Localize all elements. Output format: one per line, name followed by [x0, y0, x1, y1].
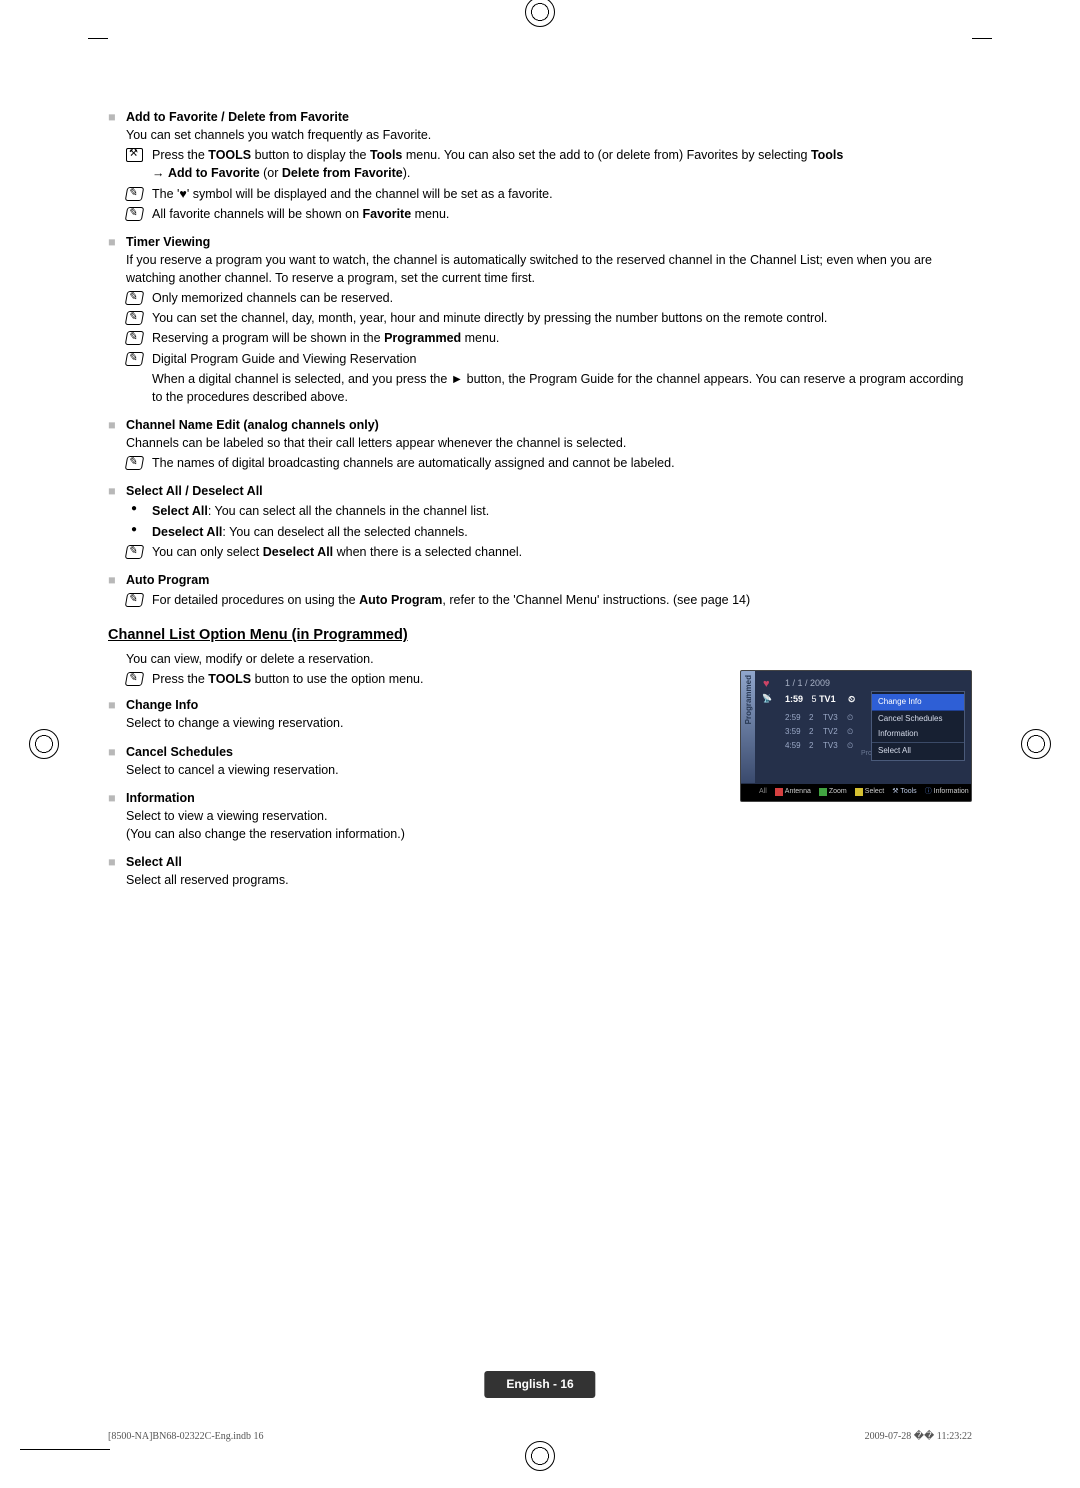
info-note: Reserving a program will be shown in the… [126, 329, 972, 347]
menu-item-information[interactable]: Information [872, 726, 964, 742]
manual-page: Add to Favorite / Delete from Favorite Y… [108, 40, 972, 1448]
page-number-badge: English - 16 [484, 1371, 595, 1398]
osd-rows: 2:592TV3⏲ 3:592TV2⏲ 4:592TV3⏲ [785, 711, 853, 753]
body-text: When a digital channel is selected, and … [126, 370, 972, 406]
info-note: Only memorized channels can be reserved. [126, 289, 972, 307]
list-item: 4:592TV3⏲ [785, 739, 853, 753]
heart-icon: ♥ [179, 187, 186, 201]
osd-context-menu: Change Info Cancel Schedules Information… [871, 691, 965, 761]
body-text: (You can also change the reservation inf… [126, 825, 972, 843]
section-heading-programmed: Channel List Option Menu (in Programmed) [108, 625, 972, 646]
crop-mark [20, 1449, 110, 1450]
list-item: Select All: You can select all the chann… [126, 502, 972, 520]
registration-mark-icon [525, 0, 555, 27]
section-title-namedit: Channel Name Edit (analog channels only) [126, 416, 972, 434]
info-note: Digital Program Guide and Viewing Reserv… [126, 350, 972, 368]
tools-note: Press the TOOLS button to display the To… [126, 146, 972, 182]
clock-icon: ⏲ [847, 727, 853, 736]
info-note: For detailed procedures on using the Aut… [126, 591, 972, 609]
imprint-filename: [8500-NA]BN68-02322C-Eng.indb 16 [108, 1430, 264, 1445]
info-note: You can only select Deselect All when th… [126, 543, 972, 561]
registration-mark-icon [1021, 729, 1051, 759]
info-note: All favorite channels will be shown on F… [126, 205, 972, 223]
list-item: 2:592TV3⏲ [785, 711, 853, 725]
clock-icon: ⏲ [848, 694, 855, 704]
body-text: Select all reserved programs. [126, 871, 972, 889]
registration-mark-icon [29, 729, 59, 759]
heart-icon: ♥ [763, 677, 770, 693]
info-note: You can set the channel, day, month, yea… [126, 309, 972, 327]
menu-item-changeinfo[interactable]: Change Info [872, 694, 964, 711]
antenna-icon: 📡 [762, 693, 772, 705]
menu-item-cancelschedules[interactable]: Cancel Schedules [872, 711, 964, 727]
osd-side-label: Programmed [741, 671, 757, 728]
list-item: Deselect All: You can deselect all the s… [126, 523, 972, 541]
section-title-selectall: Select All / Deselect All [126, 482, 972, 500]
section-title-timer: Timer Viewing [126, 233, 972, 251]
clock-icon: ⏲ [847, 741, 853, 750]
list-item: 3:592TV2⏲ [785, 725, 853, 739]
clock-icon: ⏲ [847, 713, 853, 722]
body-text: You can set channels you watch frequentl… [126, 126, 972, 144]
section-title-favorite: Add to Favorite / Delete from Favorite [126, 108, 972, 126]
body-text: You can view, modify or delete a reserva… [126, 650, 972, 668]
section-title-selectall2: Select All [126, 853, 972, 871]
info-note: The '♥' symbol will be displayed and the… [126, 185, 972, 203]
info-note: The names of digital broadcasting channe… [126, 454, 972, 472]
body-text: Select to view a viewing reservation. [126, 807, 972, 825]
menu-item-selectall[interactable]: Select All [872, 742, 964, 759]
body-text: If you reserve a program you want to wat… [126, 251, 972, 287]
osd-footer-bar: All Antenna Zoom Select ⚒ Tools Informat… [741, 784, 971, 801]
body-text: Channels can be labeled so that their ca… [126, 434, 972, 452]
osd-row-head: 1:59 5 TV1 ⏲ [785, 693, 855, 706]
imprint-timestamp: 2009-07-28 �� 11:23:22 [865, 1430, 972, 1445]
osd-date: 1 / 1 / 2009 [785, 677, 830, 690]
crop-mark [88, 38, 108, 39]
crop-mark [972, 38, 992, 39]
osd-screenshot: Programmed ♥ 1 / 1 / 2009 📡 1:59 5 TV1 ⏲… [740, 670, 972, 802]
section-title-autoprogram: Auto Program [126, 571, 972, 589]
